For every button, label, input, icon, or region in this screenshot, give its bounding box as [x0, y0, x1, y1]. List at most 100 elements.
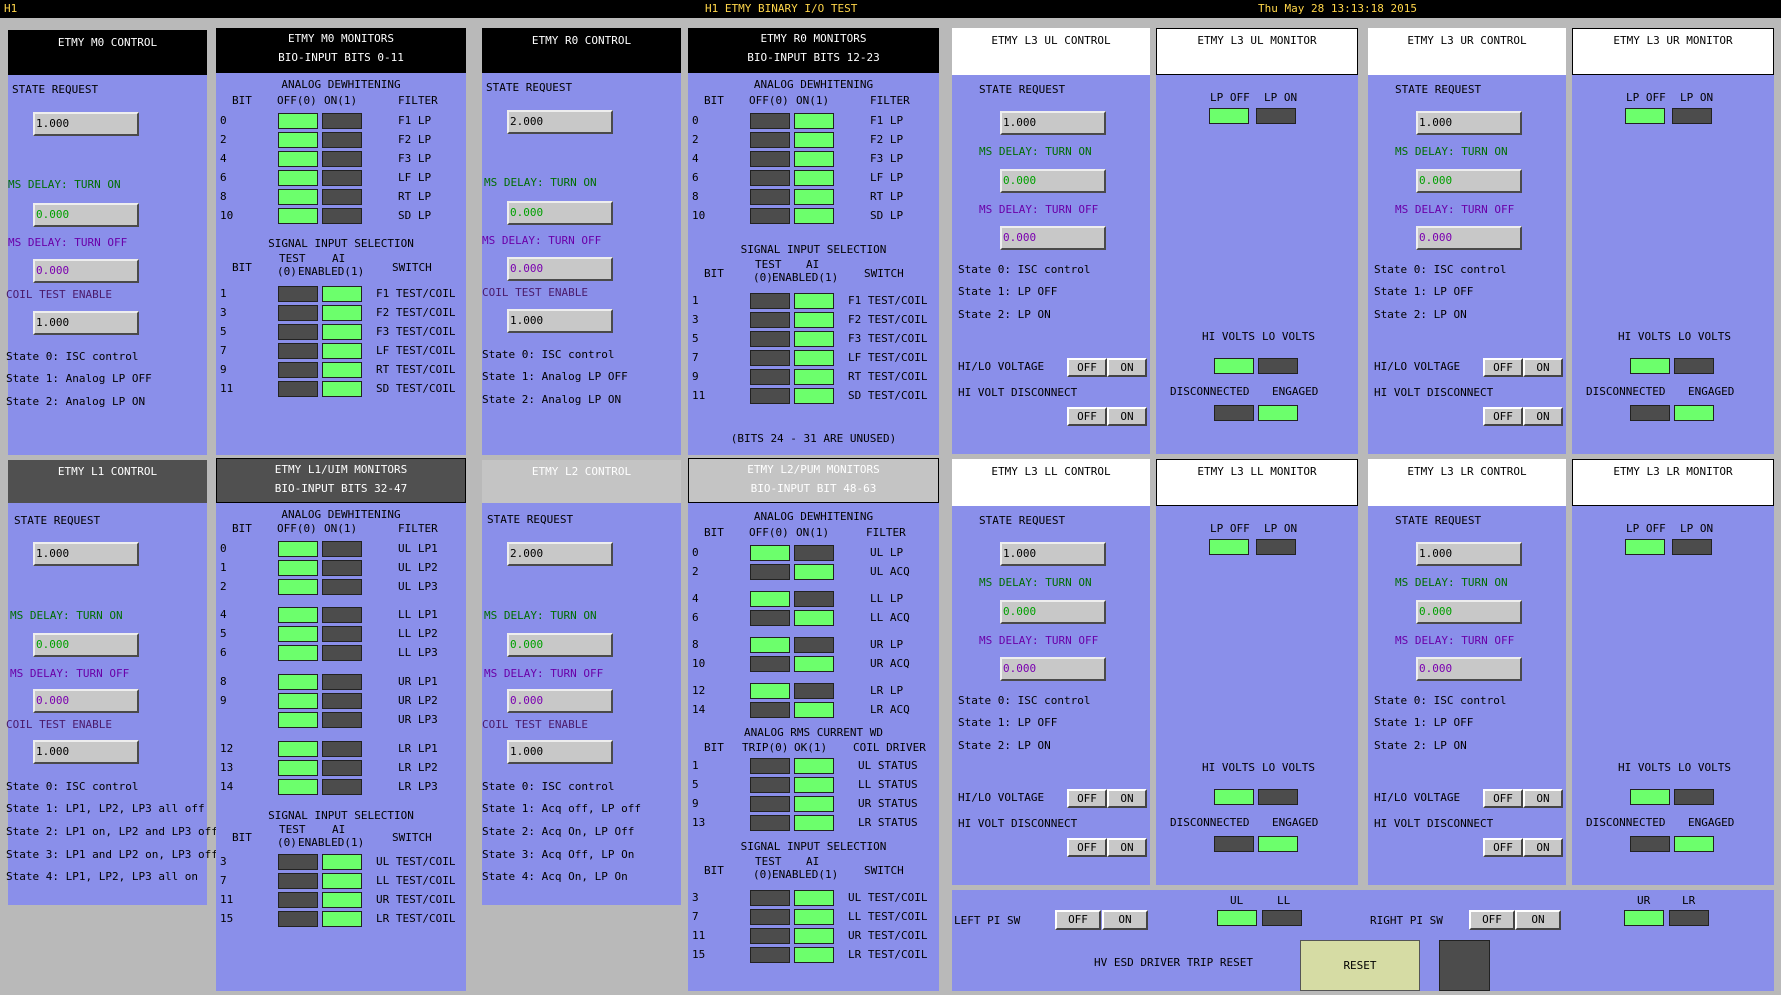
bit-number: 4: [220, 152, 227, 165]
switch-name: RT TEST/COIL: [848, 370, 928, 383]
delay-off-input[interactable]: 0.000: [33, 689, 139, 713]
trip-led: [750, 758, 790, 774]
state-desc-0: State 0: ISC control: [482, 348, 615, 361]
test-header: TEST: [755, 855, 782, 868]
hilo-voltage-label: HI/LO VOLTAGE: [1374, 791, 1461, 804]
on-led: [322, 693, 362, 709]
state-request-input[interactable]: 1.000: [1000, 542, 1106, 566]
delay-off-label: MS DELAY: TURN OFF: [1395, 203, 1515, 216]
delay-off-input[interactable]: 0.000: [33, 259, 139, 283]
state-desc-0: State 0: ISC control: [1374, 263, 1507, 276]
filter-name: SD LP: [870, 209, 904, 222]
delay-on-input[interactable]: 0.000: [1000, 600, 1106, 624]
coil-test-input[interactable]: 1.000: [33, 311, 139, 335]
state-desc-0: State 0: ISC control: [1374, 694, 1507, 707]
ai-header: AI: [332, 823, 346, 836]
enabled-header: ENABLED(1): [298, 836, 365, 849]
delay-on-input[interactable]: 0.000: [1416, 600, 1522, 624]
hilo-voltage-label: HI/LO VOLTAGE: [958, 791, 1045, 804]
delay-on-input[interactable]: 0.000: [1416, 169, 1522, 193]
delay-off-input[interactable]: 0.000: [1416, 657, 1522, 681]
switch-name: LL TEST/COIL: [376, 874, 456, 887]
hvdisc-off-button[interactable]: OFF: [1067, 838, 1107, 857]
hilo-on-button[interactable]: ON: [1523, 789, 1563, 808]
hvdisc-on-button[interactable]: ON: [1523, 407, 1563, 426]
filter-header: FILTER: [398, 94, 438, 107]
state-desc-1: State 1: Analog LP OFF: [482, 370, 628, 383]
hvdisc-off-button[interactable]: OFF: [1067, 407, 1107, 426]
state-request-input[interactable]: 2.000: [507, 542, 613, 566]
hvdisc-on-button[interactable]: ON: [1107, 838, 1147, 857]
reset-button[interactable]: RESET: [1300, 940, 1420, 991]
delay-off-input[interactable]: 0.000: [1416, 226, 1522, 250]
ul-label: UL: [1230, 894, 1244, 907]
delay-off-input[interactable]: 0.000: [1000, 657, 1106, 681]
trip-led: [750, 796, 790, 812]
state-request-label: STATE REQUEST: [1395, 514, 1482, 527]
right-pi-on-button[interactable]: ON: [1515, 910, 1561, 930]
coil-test-input[interactable]: 1.000: [507, 309, 613, 333]
lo-volts-led: [1258, 358, 1298, 374]
delay-on-input[interactable]: 0.000: [507, 633, 613, 657]
on-led: [794, 564, 834, 580]
left-pi-off-button[interactable]: OFF: [1055, 910, 1101, 930]
filter-name: UL LP2: [398, 561, 438, 574]
state-request-input[interactable]: 1.000: [33, 112, 139, 136]
state-desc-3: State 3: LP1 and LP2 on, LP3 off: [6, 848, 218, 861]
test-header: TEST: [279, 252, 306, 265]
hilo-off-button[interactable]: OFF: [1067, 789, 1107, 808]
filter-name: F3 LP: [398, 152, 432, 165]
state-request-input[interactable]: 1.000: [1416, 542, 1522, 566]
lr-led: [1669, 910, 1709, 926]
right-pi-off-button[interactable]: OFF: [1469, 910, 1515, 930]
coil-test-input[interactable]: 1.000: [507, 740, 613, 764]
state-desc-0: State 0: ISC control: [958, 694, 1091, 707]
r0-monitors-subtitle: BIO-INPUT BITS 12-23: [747, 51, 880, 64]
hilo-on-button[interactable]: ON: [1523, 358, 1563, 377]
hilo-off-button[interactable]: OFF: [1483, 358, 1523, 377]
l2-monitors-subtitle: BIO-INPUT BIT 48-63: [750, 482, 877, 495]
delay-off-input[interactable]: 0.000: [507, 257, 613, 281]
bit-number: 14: [692, 703, 706, 716]
state-request-input[interactable]: 1.000: [1000, 111, 1106, 135]
hilo-off-button[interactable]: OFF: [1483, 789, 1523, 808]
ur-led: [1624, 910, 1664, 926]
state-request-label: STATE REQUEST: [14, 514, 101, 527]
hilo-on-button[interactable]: ON: [1107, 358, 1147, 377]
datetime: Thu May 28 13:13:18 2015: [1258, 2, 1417, 15]
hvdisc-off-button[interactable]: OFF: [1483, 838, 1523, 857]
delay-off-input[interactable]: 0.000: [507, 689, 613, 713]
switch-name: F1 TEST/COIL: [848, 294, 928, 307]
delay-on-input[interactable]: 0.000: [507, 201, 613, 225]
test-led: [750, 909, 790, 925]
on-led: [322, 113, 362, 129]
l2-monitors-header: ETMY L2/PUM MONITORS BIO-INPUT BIT 48-63: [688, 458, 939, 503]
switch-name: F2 TEST/COIL: [376, 306, 456, 319]
delay-on-input[interactable]: 0.000: [1000, 169, 1106, 193]
l1-control-title: ETMY L1 CONTROL: [8, 460, 207, 503]
state-desc-1: State 1: LP OFF: [1374, 285, 1474, 298]
delay-on-label: MS DELAY: TURN ON: [484, 609, 597, 622]
left-pi-on-button[interactable]: ON: [1102, 910, 1148, 930]
delay-on-input[interactable]: 0.000: [33, 633, 139, 657]
zero-header: (0): [753, 868, 773, 881]
hilo-voltage-label: HI/LO VOLTAGE: [958, 360, 1045, 373]
off-led: [278, 626, 318, 642]
hvdisc-off-button[interactable]: OFF: [1483, 407, 1523, 426]
l1-monitors-subtitle: BIO-INPUT BITS 32-47: [274, 482, 408, 495]
state-request-input[interactable]: 1.000: [33, 542, 139, 566]
lp-on-label: LP ON: [1264, 522, 1298, 535]
state-request-label: STATE REQUEST: [12, 83, 99, 96]
delay-off-label: MS DELAY: TURN OFF: [10, 667, 130, 680]
state-request-input[interactable]: 2.000: [507, 110, 613, 134]
delay-off-input[interactable]: 0.000: [1000, 226, 1106, 250]
delay-on-input[interactable]: 0.000: [33, 203, 139, 227]
hilo-off-button[interactable]: OFF: [1067, 358, 1107, 377]
hvdisc-on-button[interactable]: ON: [1523, 838, 1563, 857]
delay-on-label: MS DELAY: TURN ON: [979, 576, 1092, 589]
hvdisc-on-button[interactable]: ON: [1107, 407, 1147, 426]
switch-header: SWITCH: [864, 267, 904, 280]
coil-test-input[interactable]: 1.000: [33, 740, 139, 764]
state-request-input[interactable]: 1.000: [1416, 111, 1522, 135]
hilo-on-button[interactable]: ON: [1107, 789, 1147, 808]
